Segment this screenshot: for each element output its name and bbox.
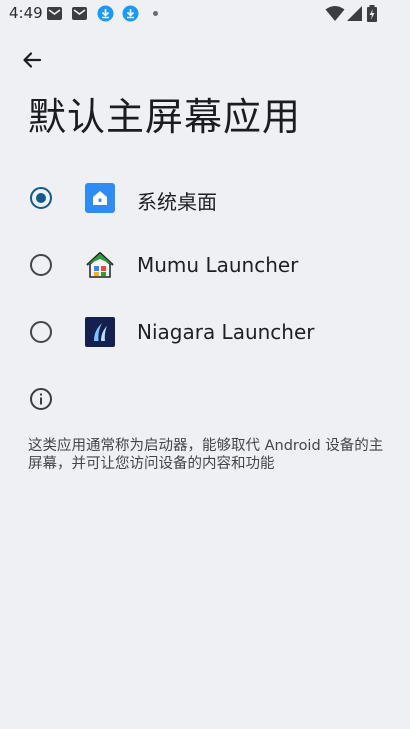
- wifi-icon: [325, 6, 345, 21]
- gmail-notification-icon: [47, 7, 62, 20]
- option-system-launcher[interactable]: 系统桌面: [0, 168, 410, 228]
- download-notification-icon: [122, 5, 139, 22]
- option-niagara-launcher[interactable]: Niagara Launcher: [0, 302, 410, 362]
- option-label: Mumu Launcher: [137, 253, 299, 277]
- page-title: 默认主屏幕应用: [28, 95, 302, 139]
- more-notifications-dot: [153, 11, 158, 16]
- option-label: 系统桌面: [137, 190, 217, 214]
- description-text: 这类应用通常称为启动器，能够取代 Android 设备的主屏幕，并可让您访问设备…: [28, 438, 384, 472]
- status-bar: 4:49: [0, 0, 410, 28]
- cellular-signal-icon: [347, 6, 362, 21]
- arrow-back-icon: [23, 52, 42, 68]
- status-time: 4:49: [9, 4, 43, 22]
- mumu-launcher-icon: [86, 252, 114, 278]
- option-mumu-launcher[interactable]: Mumu Launcher: [0, 235, 410, 295]
- niagara-launcher-icon: [85, 317, 115, 347]
- radio-button-selected[interactable]: [30, 187, 52, 209]
- download-notification-icon: [97, 5, 114, 22]
- battery-charging-icon: [367, 5, 377, 22]
- back-button[interactable]: [17, 46, 47, 74]
- mail-notification-icon: [72, 7, 87, 20]
- home-app-icon: [85, 183, 115, 213]
- option-label: Niagara Launcher: [137, 320, 315, 344]
- radio-button[interactable]: [30, 321, 52, 343]
- info-icon: [30, 388, 52, 410]
- radio-button[interactable]: [30, 254, 52, 276]
